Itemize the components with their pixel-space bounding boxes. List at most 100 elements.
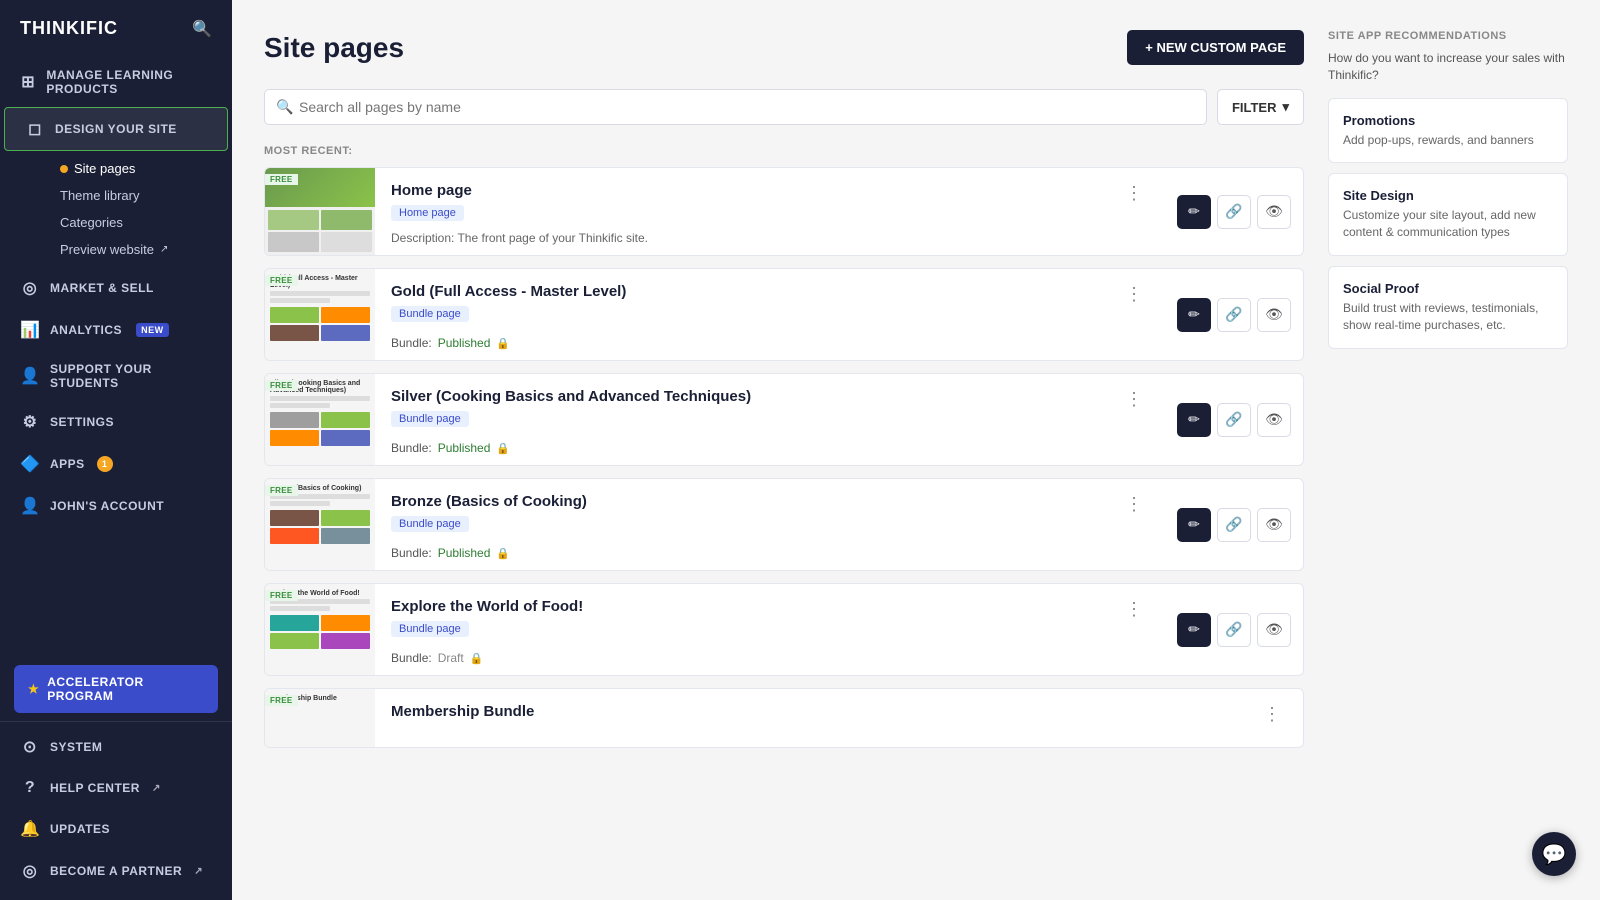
app-card-social-proof[interactable]: Social Proof Build trust with reviews, t… xyxy=(1328,266,1568,349)
search-icon[interactable]: 🔍 xyxy=(192,19,212,39)
page-status-row: Bundle: Published 🔒 xyxy=(391,328,1149,350)
sidebar-item-settings[interactable]: ⚙ SETTINGS xyxy=(0,401,232,443)
sidebar-item-label: JOHN'S ACCOUNT xyxy=(50,499,164,513)
link-button[interactable]: 🔗 xyxy=(1217,508,1251,542)
sub-item-label: Theme library xyxy=(60,188,139,203)
sidebar-item-updates[interactable]: 🔔 Updates xyxy=(0,808,232,850)
sidebar-item-market-sell[interactable]: ◎ MARKET & SELL xyxy=(0,267,232,309)
page-card-actions-explore: ✏ 🔗 👁 xyxy=(1165,584,1303,675)
app-card-promotions[interactable]: Promotions Add pop-ups, rewards, and ban… xyxy=(1328,98,1568,164)
app-card-site-design[interactable]: Site Design Customize your site layout, … xyxy=(1328,173,1568,256)
page-card-body-silver: Silver (Cooking Basics and Advanced Tech… xyxy=(375,374,1165,465)
sidebar-item-become-partner[interactable]: ◎ BECOME A PARTNER ↗ xyxy=(0,850,232,892)
right-sidebar: SITE APP RECOMMENDATIONS How do you want… xyxy=(1328,30,1568,870)
sidebar-logo-area: THINKIFIC 🔍 xyxy=(0,0,232,57)
lock-icon: 🔒 xyxy=(496,547,510,560)
sidebar-item-manage-learning[interactable]: ⊞ MANAGE LEARNING PRODUCTS xyxy=(0,57,232,107)
page-options-button[interactable]: ⋮ xyxy=(1119,182,1149,204)
sidebar-sub-item-preview-website[interactable]: Preview website ↗ xyxy=(50,236,232,263)
page-options-button[interactable]: ⋮ xyxy=(1119,598,1149,620)
sidebar-item-label: SETTINGS xyxy=(50,415,114,429)
sub-item-label: Preview website xyxy=(60,242,154,257)
page-status-row: Bundle: Published 🔒 xyxy=(391,433,1149,455)
page-type-badge: Bundle page xyxy=(391,516,469,532)
search-input-wrap: 🔍 xyxy=(264,89,1207,125)
chat-bubble-icon: 💬 xyxy=(1542,842,1567,867)
analytics-new-badge: NEW xyxy=(136,323,169,337)
edit-button[interactable]: ✏ xyxy=(1177,613,1211,647)
app-card-desc: Build trust with reviews, testimonials, … xyxy=(1343,300,1553,334)
preview-button[interactable]: 👁 xyxy=(1257,508,1291,542)
preview-button[interactable]: 👁 xyxy=(1257,195,1291,229)
page-published-status: Published xyxy=(438,336,491,350)
sidebar-item-johns-account[interactable]: 👤 JOHN'S ACCOUNT xyxy=(0,485,232,527)
manage-learning-icon: ⊞ xyxy=(20,72,36,92)
main-area: Site pages + NEW CUSTOM PAGE 🔍 FILTER ▾ … xyxy=(232,0,1600,900)
help-icon: ? xyxy=(20,779,40,797)
link-button[interactable]: 🔗 xyxy=(1217,613,1251,647)
filter-button[interactable]: FILTER ▾ xyxy=(1217,89,1304,125)
bundle-label: Bundle: xyxy=(391,441,432,455)
sidebar-item-label: DESIGN YOUR SITE xyxy=(55,122,177,136)
lock-icon: 🔒 xyxy=(496,337,510,350)
sidebar-item-system[interactable]: ⊙ System xyxy=(0,726,232,768)
app-card-title: Site Design xyxy=(1343,188,1553,203)
edit-button[interactable]: ✏ xyxy=(1177,298,1211,332)
preview-button[interactable]: 👁 xyxy=(1257,613,1291,647)
page-header: Site pages + NEW CUSTOM PAGE xyxy=(264,30,1304,65)
sidebar-item-label: System xyxy=(50,740,102,754)
sidebar-item-label: Updates xyxy=(50,822,110,836)
page-thumb-silver: Silver (Cooking Basics and Advanced Tech… xyxy=(265,374,375,465)
page-type-badge: Bundle page xyxy=(391,411,469,427)
search-input[interactable] xyxy=(264,89,1207,125)
page-options-button[interactable]: ⋮ xyxy=(1119,283,1149,305)
app-card-desc: Customize your site layout, add new cont… xyxy=(1343,207,1553,241)
accelerator-program-button[interactable]: ★ ACCELERATOR PROGRAM xyxy=(14,665,218,713)
preview-button[interactable]: 👁 xyxy=(1257,403,1291,437)
design-site-icon: ◻ xyxy=(25,119,45,139)
page-options-button[interactable]: ⋮ xyxy=(1257,703,1287,725)
partner-icon: ◎ xyxy=(20,861,40,881)
page-card-body-membership: Membership Bundle ⋮ xyxy=(375,689,1303,747)
card-main-info: Home page Home page Description: The fro… xyxy=(391,182,648,245)
preview-button[interactable]: 👁 xyxy=(1257,298,1291,332)
card-main-info: Bronze (Basics of Cooking) Bundle page xyxy=(391,493,587,538)
card-main-info: Membership Bundle xyxy=(391,703,534,724)
app-card-title: Promotions xyxy=(1343,113,1553,128)
sidebar-sub-item-categories[interactable]: Categories xyxy=(50,209,232,236)
page-published-status: Published xyxy=(438,546,491,560)
sidebar-item-label: MARKET & SELL xyxy=(50,281,154,295)
page-card-explore: Explore the World of Food! FREE xyxy=(264,583,1304,676)
page-thumb-home: FREE xyxy=(265,168,375,255)
link-button[interactable]: 🔗 xyxy=(1217,403,1251,437)
search-icon: 🔍 xyxy=(276,99,293,116)
card-header-row: Bronze (Basics of Cooking) Bundle page ⋮ xyxy=(391,493,1149,538)
edit-button[interactable]: ✏ xyxy=(1177,403,1211,437)
card-header-row: Silver (Cooking Basics and Advanced Tech… xyxy=(391,388,1149,433)
page-options-button[interactable]: ⋮ xyxy=(1119,388,1149,410)
sidebar-item-label: SUPPORT YOUR STUDENTS xyxy=(50,362,212,390)
card-header-row: Explore the World of Food! Bundle page ⋮ xyxy=(391,598,1149,643)
sidebar-item-design-site[interactable]: ◻ DESIGN YOUR SITE xyxy=(4,107,228,151)
page-card-body-gold: Gold (Full Access - Master Level) Bundle… xyxy=(375,269,1165,360)
page-thumb-bronze: Bronze (Basics of Cooking) FREE xyxy=(265,479,375,570)
external-link-icon: ↗ xyxy=(160,244,168,255)
page-card-membership: Membership Bundle FREE Membership Bundle… xyxy=(264,688,1304,748)
link-button[interactable]: 🔗 xyxy=(1217,195,1251,229)
filter-chevron-icon: ▾ xyxy=(1282,99,1289,115)
app-card-title: Social Proof xyxy=(1343,281,1553,296)
edit-button[interactable]: ✏ xyxy=(1177,195,1211,229)
link-button[interactable]: 🔗 xyxy=(1217,298,1251,332)
page-card-actions-home: ✏ 🔗 👁 xyxy=(1165,168,1303,255)
new-custom-page-button[interactable]: + NEW CUSTOM PAGE xyxy=(1127,30,1304,65)
sidebar-sub-item-site-pages[interactable]: Site pages xyxy=(50,155,232,182)
sidebar-item-analytics[interactable]: 📊 ANALYTICS NEW xyxy=(0,309,232,351)
lock-icon: 🔒 xyxy=(470,652,484,665)
sidebar-item-help-center[interactable]: ? Help center ↗ xyxy=(0,768,232,808)
page-options-button[interactable]: ⋮ xyxy=(1119,493,1149,515)
sidebar-item-apps[interactable]: 🔷 APPS 1 xyxy=(0,443,232,485)
sidebar-item-support-students[interactable]: 👤 SUPPORT YOUR STUDENTS xyxy=(0,351,232,401)
edit-button[interactable]: ✏ xyxy=(1177,508,1211,542)
chat-bubble-button[interactable]: 💬 xyxy=(1532,832,1576,876)
sidebar-sub-item-theme-library[interactable]: Theme library xyxy=(50,182,232,209)
